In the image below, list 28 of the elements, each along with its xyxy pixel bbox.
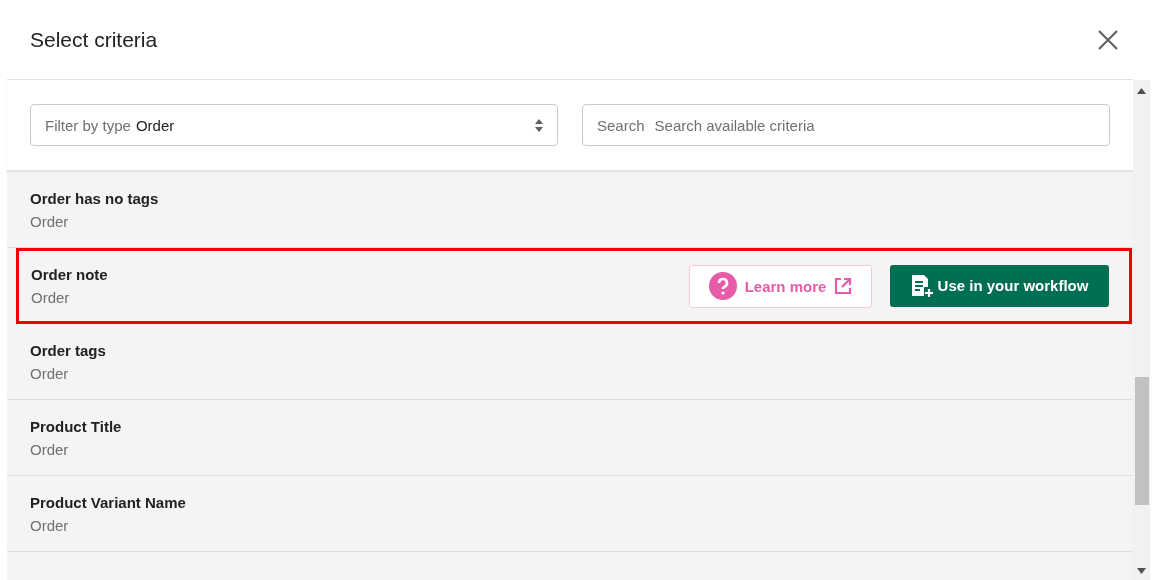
criteria-type: Order xyxy=(31,289,71,306)
criteria-name: Product Title xyxy=(30,417,122,435)
criteria-type: Order xyxy=(30,440,70,458)
criteria-type: Order xyxy=(30,212,70,230)
help-icon xyxy=(708,272,737,300)
scrollbar-thumb[interactable] xyxy=(1135,377,1149,505)
criteria-row[interactable]: Order tags Order xyxy=(7,324,1133,400)
criteria-name: Order note xyxy=(31,266,108,283)
criteria-name: Order tags xyxy=(30,341,106,359)
scroll-down-icon[interactable] xyxy=(1137,568,1146,574)
criteria-row[interactable]: Order has no tags Order xyxy=(7,172,1133,248)
search-label: Search xyxy=(597,116,645,134)
scrollbar[interactable] xyxy=(1133,80,1150,580)
scroll-up-icon[interactable] xyxy=(1137,88,1146,94)
criteria-type: Order xyxy=(30,364,70,382)
highlighted-criteria-row[interactable]: Order note Order Learn more Use in your workflow xyxy=(16,248,1132,324)
criteria-row[interactable]: Product Variant Name Order xyxy=(7,476,1133,552)
sort-caret-icon xyxy=(535,118,543,132)
criteria-name: Product Variant Name xyxy=(30,493,186,511)
criteria-type: Order xyxy=(30,516,70,534)
search-box[interactable]: Search Search available criteria xyxy=(582,104,1110,146)
document-add-icon xyxy=(910,273,933,298)
criteria-row[interactable]: Product Title Order xyxy=(7,400,1133,476)
criteria-name: Order has no tags xyxy=(30,189,159,207)
external-link-icon xyxy=(834,277,853,295)
use-in-workflow-button[interactable]: Use in your workflow xyxy=(890,264,1109,307)
dialog-title: Select criteria xyxy=(30,27,158,52)
filter-type-select[interactable]: Filter by type Order xyxy=(30,104,558,146)
